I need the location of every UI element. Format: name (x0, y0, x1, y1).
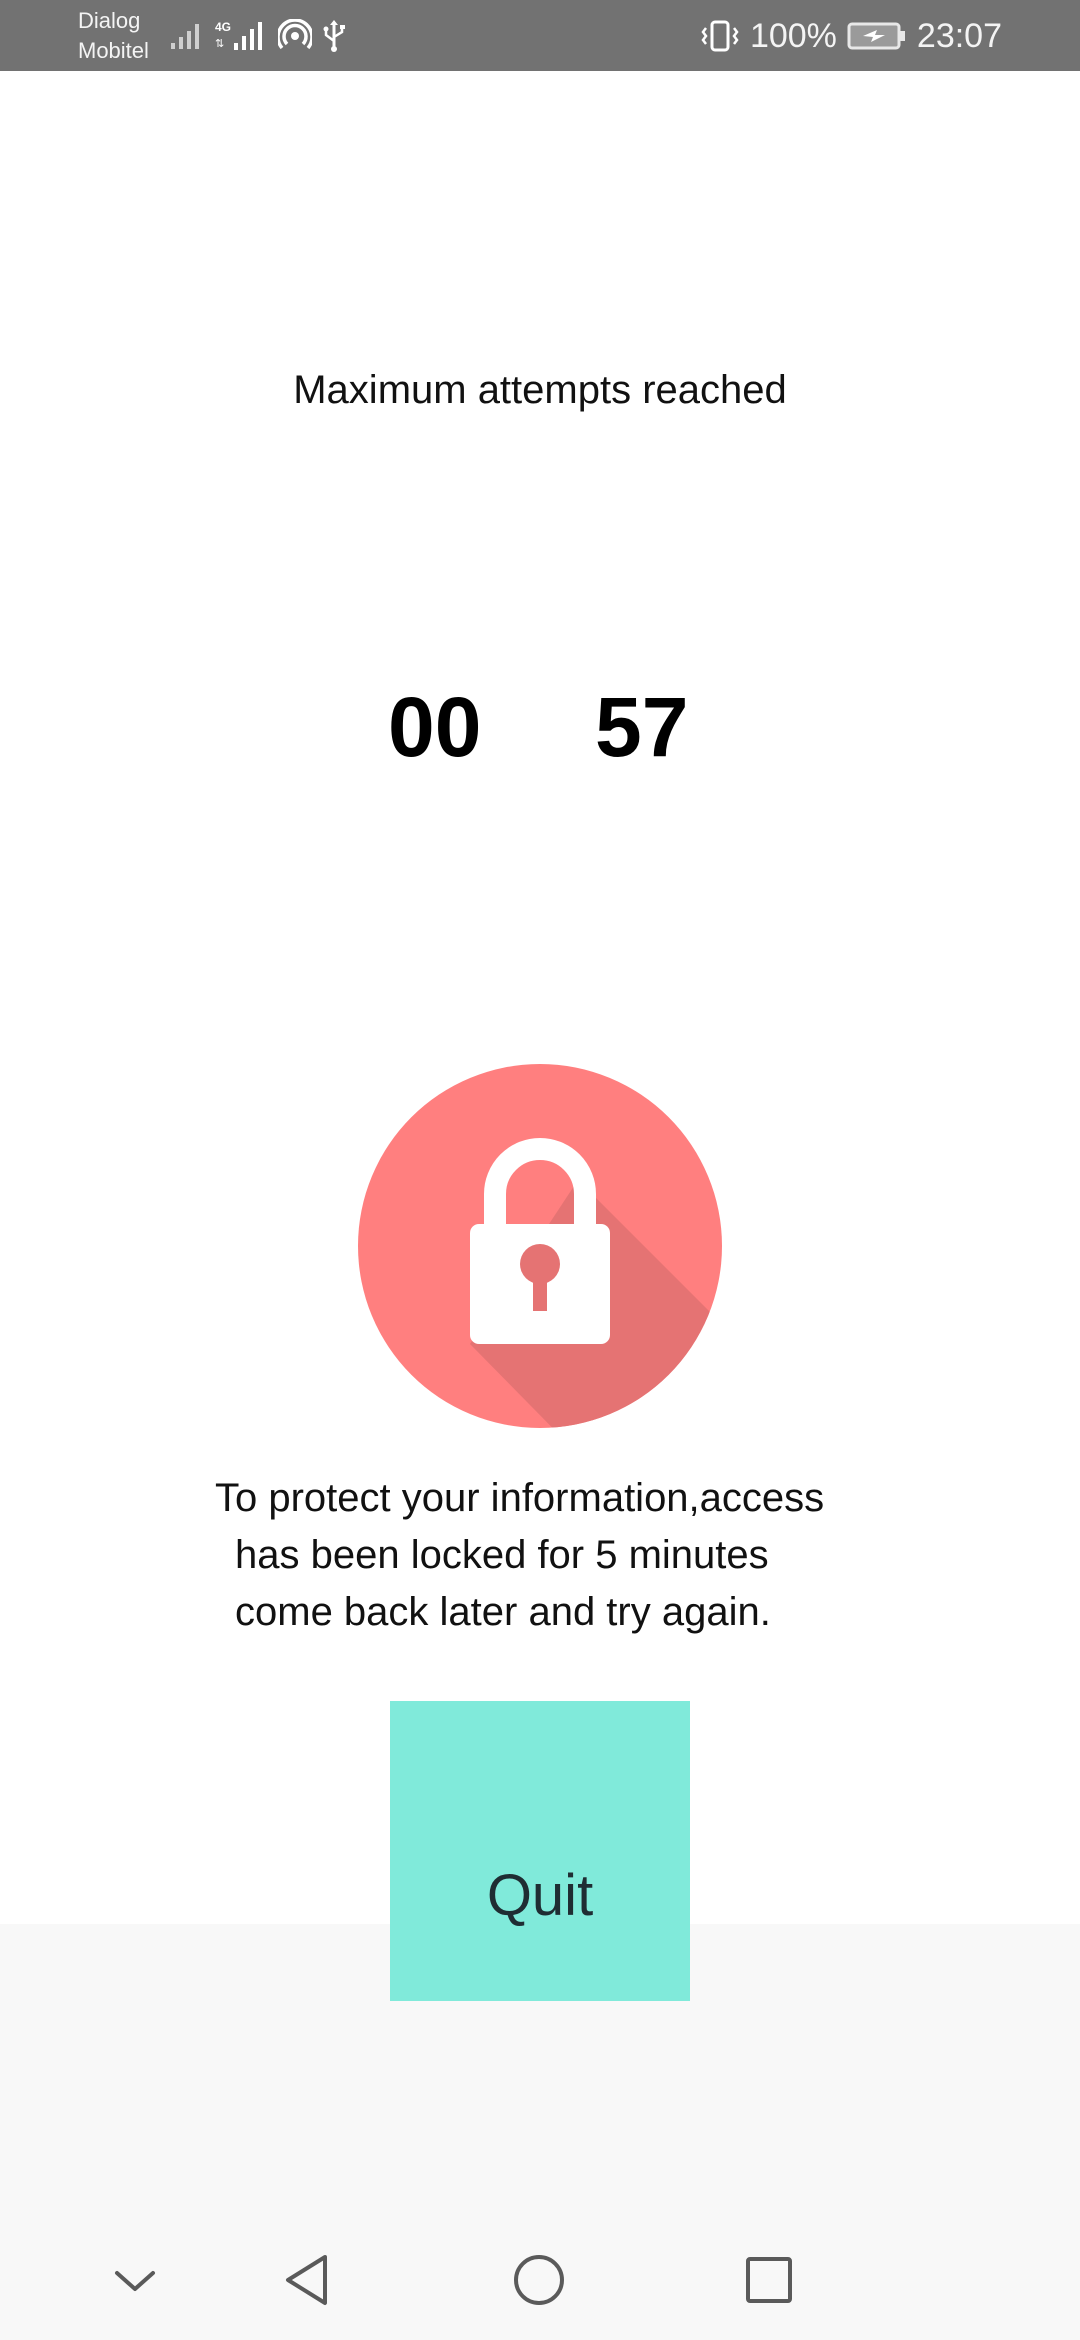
lock-icon (358, 1064, 722, 1428)
status-icons-right: 100% 23:07 (700, 14, 1002, 58)
chevron-down-icon[interactable] (99, 2244, 171, 2316)
message-line-2: has been locked for 5 minutes (235, 1533, 769, 1577)
max-attempts-title: Maximum attempts reached (293, 368, 787, 412)
timer-minutes: 00 (388, 680, 482, 774)
signal-icon (170, 21, 204, 51)
home-icon[interactable] (503, 2244, 575, 2316)
lockout-screen: Dialog Mobitel 4G ⇅ 100% 23:07 Maximum a… (0, 0, 1080, 2340)
status-bar: Dialog Mobitel 4G ⇅ 100% 23:07 (0, 0, 1080, 71)
hotspot-icon (278, 19, 312, 53)
clock: 23:07 (916, 16, 1002, 55)
battery-percent: 100% (749, 16, 837, 55)
quit-button[interactable]: Quit (390, 1701, 690, 2001)
timer-seconds: 57 (595, 680, 689, 774)
carrier-name: Dialog Mobitel (78, 6, 149, 66)
network-type-label: 4G (215, 20, 231, 34)
svg-text:⇅: ⇅ (215, 38, 224, 50)
signal-4g-icon: 4G ⇅ (214, 19, 268, 53)
vibrate-icon (700, 19, 740, 53)
status-icons-left: 4G ⇅ (170, 16, 346, 56)
back-icon[interactable] (271, 2244, 343, 2316)
carrier-line-1: Dialog (78, 8, 141, 33)
battery-charging-icon (847, 21, 907, 51)
recents-icon[interactable] (733, 2244, 805, 2316)
carrier-line-2: Mobitel (78, 38, 149, 63)
message-line-3: come back later and try again. (235, 1590, 771, 1634)
navigation-bar (0, 2220, 1080, 2340)
usb-icon (322, 19, 346, 53)
message-line-1: To protect your information,access (215, 1476, 825, 1520)
